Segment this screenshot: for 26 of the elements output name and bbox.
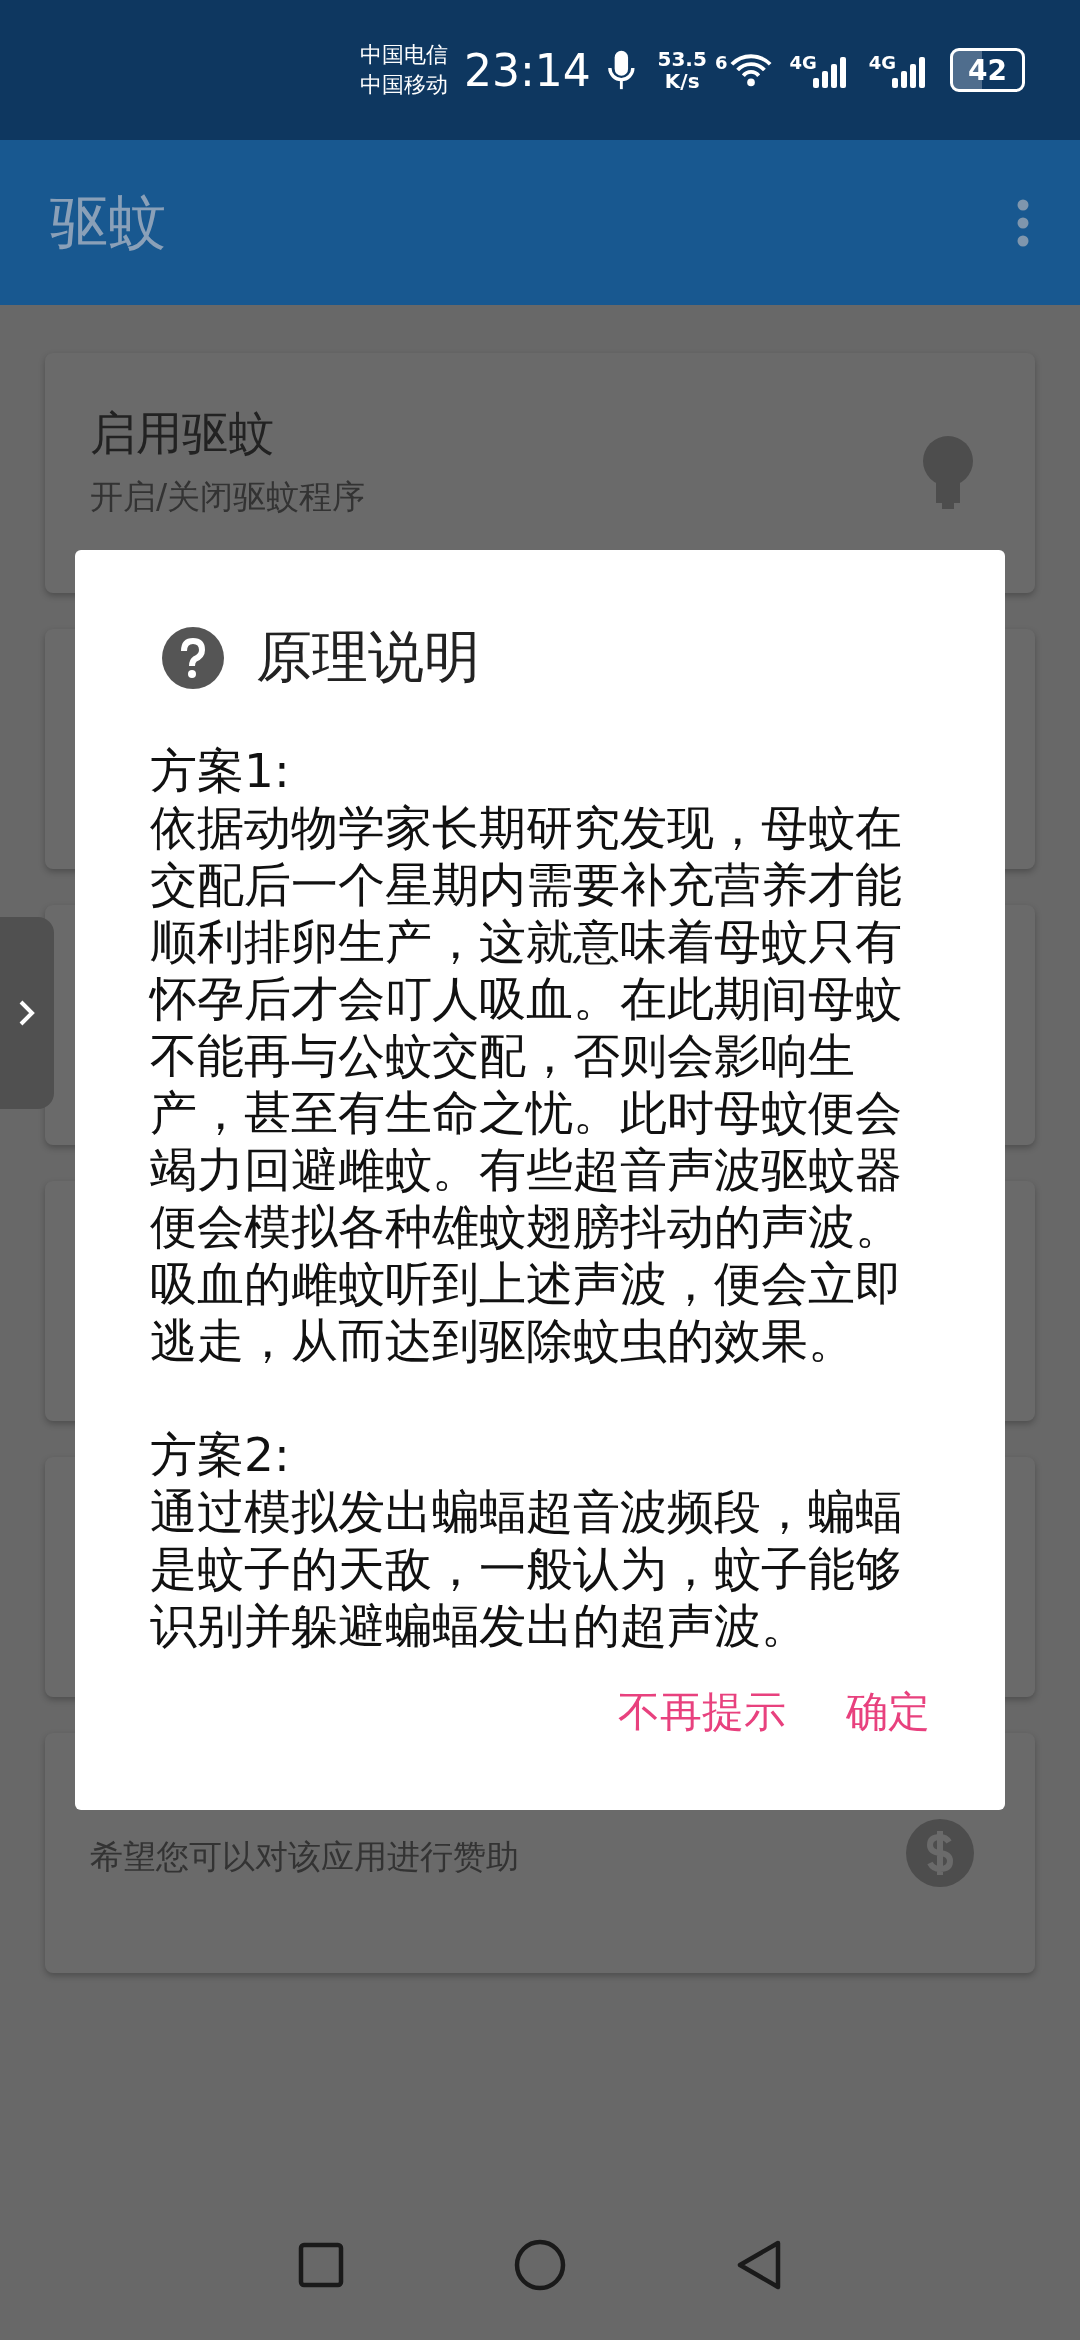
network-type: 4G bbox=[789, 52, 817, 73]
microphone-icon bbox=[606, 48, 636, 92]
wifi-label: 6 bbox=[714, 52, 728, 73]
recent-apps-icon[interactable] bbox=[298, 2242, 344, 2288]
more-menu-icon[interactable] bbox=[1016, 197, 1030, 248]
home-icon[interactable] bbox=[514, 2239, 566, 2291]
network-speed: 53.5 bbox=[657, 48, 707, 70]
scheme-description: 依据动物学家长期研究发现，母蚊在交配后一个星期内需要补充营养才能顺利排卵生产，这就意味着母蚊只有怀孕后才会叮人吸血。在此期间母蚊不能再与公蚊交配，否则会影响生产，甚至有生命之忧。此时母蚊便会竭力回避雌蚊。有些超音声波驱蚊器便会模拟各种雄蚊翅膀抖动的声波。吸血的雌蚊听到上述声波，便会立即逃走，从而达到驱除蚊虫的效果。 bbox=[150, 799, 903, 1369]
clock-time: 23:14 bbox=[464, 44, 591, 96]
help-icon bbox=[162, 627, 224, 689]
speed-unit: K/s bbox=[664, 70, 700, 92]
back-icon[interactable] bbox=[736, 2239, 782, 2291]
battery-indicator: 42 bbox=[950, 48, 1025, 92]
scheme-description: 通过模拟发出蝙蝠超音波频段，蝙蝠是蚊子的天敌，一般认为，蚊子能够识别并躲避蝙蝠发出的超声波。 bbox=[150, 1483, 903, 1654]
scheme-heading: 方案2: bbox=[150, 1426, 291, 1483]
app-title: 驱蚊 bbox=[50, 186, 166, 258]
carrier-name: 中国移动 bbox=[360, 71, 448, 99]
dollar-icon bbox=[905, 1818, 975, 1888]
network-type: 4G bbox=[868, 52, 897, 73]
card-title: 启用驱蚊 bbox=[90, 405, 275, 462]
carrier-name: 中国电信 bbox=[360, 41, 448, 69]
side-drawer-handle[interactable] bbox=[0, 917, 54, 1109]
dialog-title: 原理说明 bbox=[256, 623, 480, 691]
wifi-icon bbox=[729, 52, 774, 88]
lightbulb-icon bbox=[921, 435, 975, 511]
scheme-heading: 方案1: bbox=[150, 742, 291, 799]
